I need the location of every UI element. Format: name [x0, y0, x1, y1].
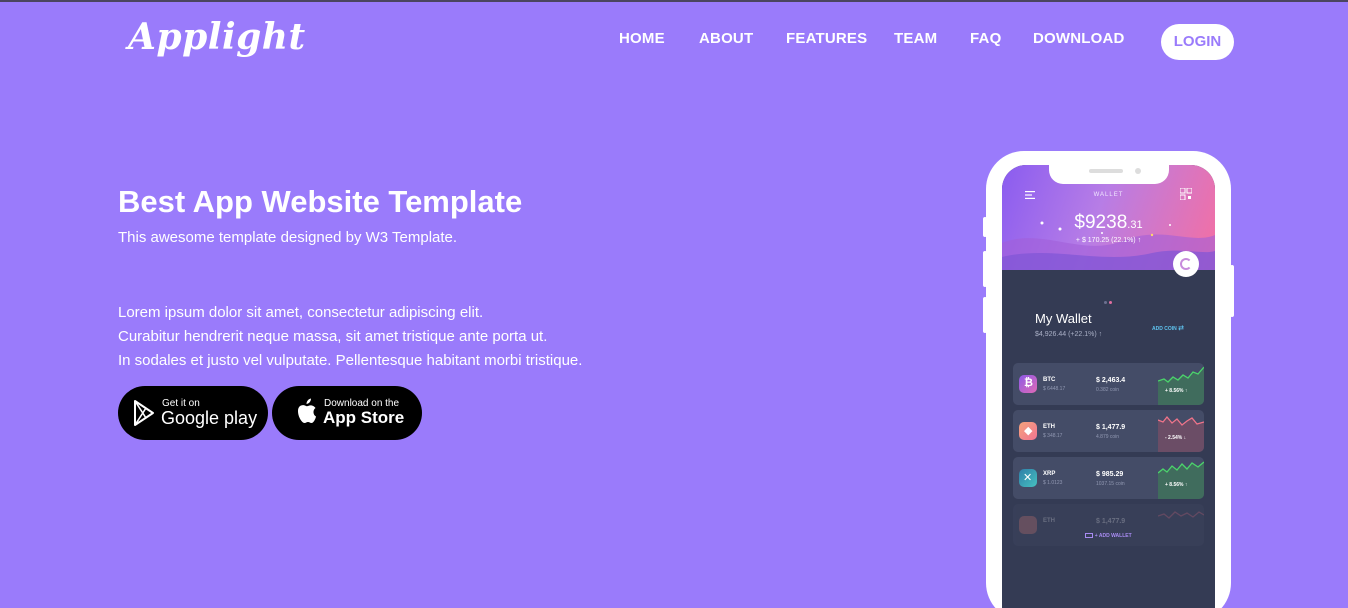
coin-symbol: ETH — [1043, 518, 1055, 524]
phone-side-button — [983, 297, 987, 333]
coin-symbol: XRP — [1043, 471, 1056, 477]
top-border — [0, 0, 1348, 2]
speaker-grille — [1089, 169, 1123, 173]
nav-features[interactable]: FEATURES — [786, 30, 867, 47]
ethereum-icon: ◆ — [1019, 422, 1037, 440]
ethereum-icon — [1019, 516, 1037, 534]
main-nav: HOME ABOUT FEATURES TEAM FAQ DOWNLOAD — [0, 30, 1348, 50]
phone-power-button — [1230, 265, 1234, 317]
front-camera — [1135, 168, 1141, 174]
wallet-balance-change: + $ 170.25 (22.1%) ↑ — [1075, 237, 1142, 244]
wallet-icon — [1085, 533, 1094, 539]
coin-row-xrp[interactable]: ✕ XRP $ 1.0123 $ 985.29 1037.15 coin + 8… — [1013, 457, 1204, 499]
phone-side-button — [983, 217, 987, 237]
sparkline-up — [1158, 461, 1204, 499]
my-wallet-title: My Wallet — [1035, 311, 1092, 326]
google-play-icon — [134, 400, 154, 426]
pager-dots — [1104, 291, 1114, 309]
coin-value: $ 985.29 — [1096, 471, 1124, 478]
app-store-button[interactable]: Download on the App Store — [272, 386, 422, 440]
google-play-label: Google play — [161, 408, 258, 428]
coin-value: $ 2,463.4 — [1096, 377, 1126, 384]
hero-description: Lorem ipsum dolor sit amet, consectetur … — [118, 301, 582, 373]
coin-price: $ 348.17 — [1043, 433, 1063, 439]
hero-line-2: Curabitur hendrerit neque massa, sit ame… — [118, 328, 548, 345]
add-coin-link[interactable]: ADD COIN ⇄ — [1152, 324, 1184, 332]
hero-title: Best App Website Template — [118, 184, 523, 219]
wallet-balance: $9238.31 — [1002, 212, 1215, 234]
coin-symbol: BTC — [1043, 377, 1056, 383]
coin-amount: 4.879 coin — [1096, 434, 1120, 440]
login-button[interactable]: LOGIN — [1161, 24, 1234, 60]
wallet-balance-main: $9238 — [1074, 212, 1128, 233]
ripple-icon: ✕ — [1019, 469, 1037, 487]
coin-change: + 8.56% ↑ — [1165, 482, 1188, 488]
phone-notch — [1049, 162, 1169, 184]
add-coin-icon: ⇄ — [1178, 325, 1184, 332]
hero-subtitle: This awesome template designed by W3 Tem… — [118, 229, 458, 246]
phone-side-button — [983, 251, 987, 287]
add-coin-label: ADD COIN — [1152, 326, 1177, 332]
add-wallet-label: + ADD WALLET — [1094, 533, 1132, 539]
coin-amount: 0.382 coin — [1096, 387, 1120, 393]
sparkline-down — [1158, 511, 1204, 519]
sparkline-down — [1158, 415, 1204, 452]
coin-change: + 8.56% ↑ — [1165, 388, 1188, 394]
nav-home[interactable]: HOME — [619, 30, 665, 47]
refresh-button[interactable] — [1173, 251, 1199, 277]
nav-about[interactable]: ABOUT — [699, 30, 753, 47]
coin-row-faded: ETH $ 1,477.9 — [1013, 504, 1204, 546]
hero-line-1: Lorem ipsum dolor sit amet, consectetur … — [118, 304, 484, 321]
pager-dot-active — [1109, 301, 1112, 304]
add-wallet-link[interactable]: + ADD WALLET — [1002, 533, 1215, 539]
coin-value: $ 1,477.9 — [1096, 424, 1126, 431]
phone-screen: WALLET $9238.31 + $ 170.25 (22.1%) ↑ My … — [1002, 165, 1215, 608]
my-wallet-subtotal: $4,926.44 (+22.1%) ↑ — [1035, 331, 1103, 338]
wallet-balance-cents: .31 — [1127, 219, 1143, 231]
coin-price: $ 1.0123 — [1043, 480, 1063, 486]
pager-dot — [1104, 301, 1107, 304]
coin-symbol: ETH — [1043, 424, 1055, 430]
hero-line-3: In sodales et justo vel vulputate. Pelle… — [118, 352, 583, 369]
coin-amount: 1037.15 coin — [1096, 481, 1125, 487]
coin-change: - 2.54% ↓ — [1165, 435, 1187, 441]
apple-icon — [298, 398, 316, 423]
app-store-label: App Store — [323, 408, 405, 427]
sparkline-up — [1158, 366, 1204, 405]
coin-price: $ 6448.17 — [1043, 386, 1066, 392]
coin-row-btc[interactable]: ₿ BTC $ 6448.17 $ 2,463.4 0.382 coin + 8… — [1013, 363, 1204, 405]
nav-team[interactable]: TEAM — [894, 30, 937, 47]
google-play-button[interactable]: Get it on Google play — [118, 386, 268, 440]
nav-download[interactable]: DOWNLOAD — [1033, 30, 1125, 47]
refresh-icon — [1180, 258, 1192, 270]
wallet-screen-title: WALLET — [1093, 192, 1124, 198]
bitcoin-icon: ₿ — [1019, 375, 1037, 393]
nav-faq[interactable]: FAQ — [970, 30, 1001, 47]
coin-value: $ 1,477.9 — [1096, 518, 1126, 525]
coin-row-eth[interactable]: ◆ ETH $ 348.17 $ 1,477.9 4.879 coin - 2.… — [1013, 410, 1204, 452]
